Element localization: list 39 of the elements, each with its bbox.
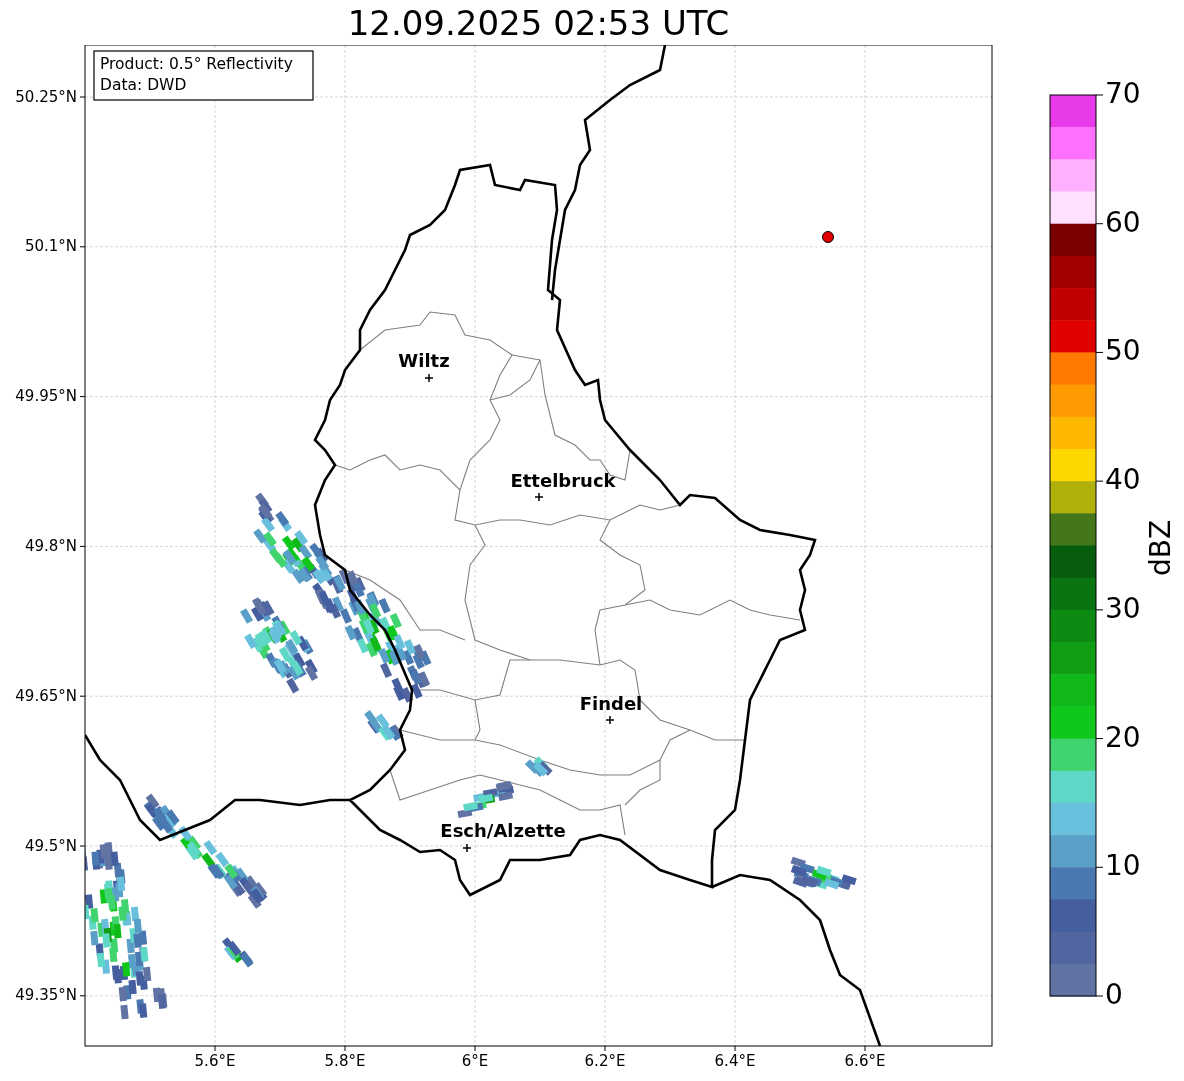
city-label: Esch/Alzette xyxy=(440,820,566,841)
city-marker xyxy=(605,715,615,725)
city-label: Findel xyxy=(579,693,643,714)
latitude-label: 49.95°N xyxy=(15,387,77,406)
latitude-label: 49.8°N xyxy=(24,536,77,555)
scale-value: 70 xyxy=(1105,77,1141,110)
radar-echo xyxy=(222,937,254,968)
city-label: Wiltz xyxy=(398,350,450,371)
latitude-label: 50.1°N xyxy=(24,237,77,256)
scale-value: 60 xyxy=(1105,205,1141,239)
longitude-label: 6.4°E xyxy=(714,1051,756,1070)
radar-site-marker xyxy=(822,231,834,243)
latitude-label: 50.25°N xyxy=(15,87,77,106)
city-marker xyxy=(462,843,472,853)
legend-text: Product: 0.5° Reflectivity xyxy=(100,54,293,73)
scale-value: 50 xyxy=(1105,334,1141,368)
scale-label: dBZ xyxy=(1144,519,1177,577)
radar-echo xyxy=(790,856,857,890)
city-label: Ettelbruck xyxy=(510,470,616,491)
radar-echo xyxy=(364,710,404,741)
chart-title: 12.09.2025 02:53 UTC xyxy=(347,5,730,40)
legend-text: Data: DWD xyxy=(100,75,187,94)
scale-value: 10 xyxy=(1105,849,1141,883)
radar-echo xyxy=(457,780,515,819)
longitude-label: 5.8°E xyxy=(324,1051,366,1070)
latitude-label: 49.65°N xyxy=(15,686,77,705)
scale-value: 20 xyxy=(1105,720,1141,754)
longitude-label: 6°E xyxy=(461,1051,489,1070)
radar-echo xyxy=(524,756,553,777)
city-marker xyxy=(424,373,434,383)
latitude-label: 49.5°N xyxy=(24,836,77,855)
longitude-label: 6.6°E xyxy=(844,1051,886,1070)
latitude-label: 49.35°N xyxy=(15,986,77,1005)
scale-value: 40 xyxy=(1105,463,1141,497)
scale-value: 30 xyxy=(1105,591,1141,625)
longitude-label: 5.6°E xyxy=(194,1051,236,1070)
longitude-label: 6.2°E xyxy=(584,1051,626,1070)
city-marker xyxy=(534,492,544,502)
scale-value: 0 xyxy=(1105,978,1123,1011)
